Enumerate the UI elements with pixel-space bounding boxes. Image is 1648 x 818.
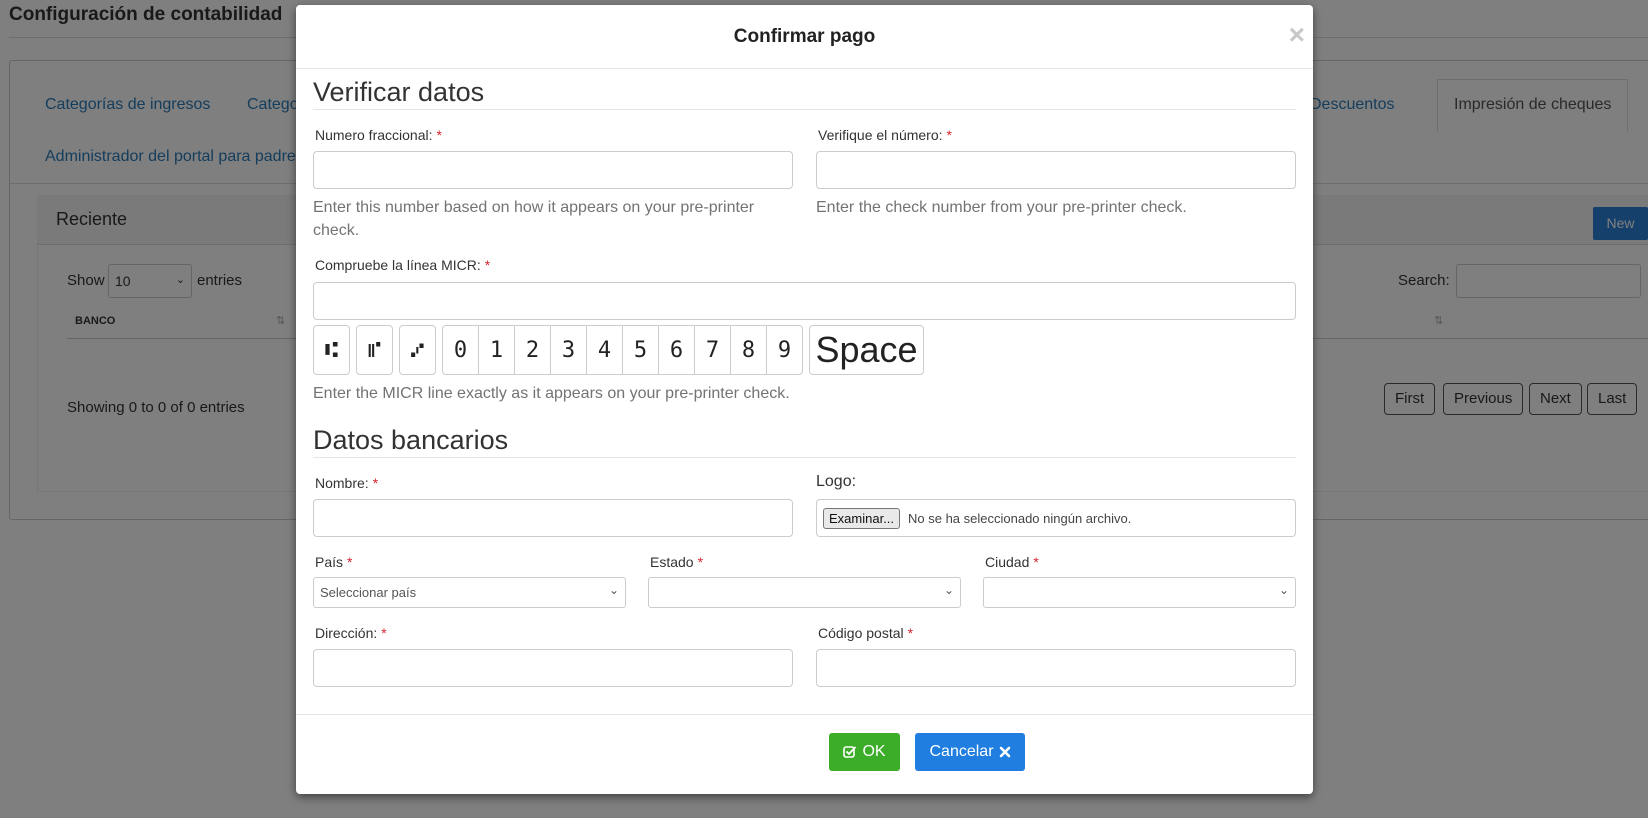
cancel-label: Cancelar [929,743,994,760]
micr-dash-key[interactable]: ⑈ [356,325,393,375]
required-marker: * [907,625,914,641]
micr-digit-6-key[interactable]: 6 [658,325,695,375]
chevron-down-icon: ⌄ [1278,583,1289,597]
micr-line-input[interactable] [313,282,1296,320]
close-icon [999,746,1010,758]
postal-code-label: Código postal * [818,625,914,641]
micr-digit-1-key[interactable]: 1 [478,325,515,375]
modal-title: Confirmar pago [733,26,876,47]
required-marker: * [381,625,387,641]
section-divider [313,457,1296,458]
check-square-icon [843,746,857,758]
address-label: Dirección: * [315,625,387,641]
city-select[interactable]: ⌄ [983,577,1296,608]
section-title-bank: Datos bancarios [313,425,509,455]
close-icon[interactable]: × [1289,21,1305,49]
fractional-number-help: Enter this number based on how it appear… [313,199,755,239]
required-marker: * [697,554,704,570]
chevron-down-icon: ⌄ [943,583,954,597]
logo-label: Logo: [816,473,857,490]
cancel-button[interactable]: Cancelar [915,733,1025,771]
required-marker: * [1033,554,1039,570]
postal-code-input[interactable] [816,649,1296,687]
fractional-number-input[interactable] [313,151,793,189]
micr-digit-3-key[interactable]: 3 [550,325,587,375]
chevron-down-icon: ⌄ [608,583,619,597]
required-marker: * [484,257,491,273]
country-select-value: Seleccionar país [320,585,417,600]
fractional-number-label: Numero fraccional: * [315,127,442,143]
micr-digit-7-key[interactable]: 7 [694,325,731,375]
check-number-help: Enter the check number from your pre-pri… [816,199,1187,216]
micr-transit-key[interactable]: ⑆ [313,325,350,375]
browse-button[interactable]: Examinar... [823,508,901,529]
section-title-verify: Verificar datos [313,77,485,107]
confirm-payment-modal: Confirmar pago × Verificar datos Numero … [296,5,1313,794]
check-number-input[interactable] [816,151,1296,189]
logo-file-input[interactable]: Examinar... No se ha seleccionado ningún… [816,499,1296,537]
state-label: Estado * [650,554,704,570]
ok-label: OK [862,743,886,760]
state-select[interactable]: ⌄ [648,577,961,608]
country-select[interactable]: Seleccionar país ⌄ [313,577,626,608]
modal-header: Confirmar pago × [296,5,1313,69]
required-marker: * [946,127,952,143]
micr-digit-0-key[interactable]: 0 [442,325,479,375]
check-number-label: Verifique el número: * [818,127,952,143]
modal-footer-divider [296,714,1313,715]
country-label: País * [315,554,353,570]
bank-name-label: Nombre: * [315,475,379,491]
micr-digit-2-key[interactable]: 2 [514,325,551,375]
micr-line-label: Compruebe la línea MICR: * [315,257,491,273]
micr-digit-9-key[interactable]: 9 [766,325,803,375]
address-input[interactable] [313,649,793,687]
micr-line-help: Enter the MICR line exactly as it appear… [313,385,790,402]
file-status: No se ha seleccionado ningún archivo. [908,511,1132,526]
micr-space-key[interactable]: Space [809,325,924,375]
city-label: Ciudad * [985,554,1039,570]
required-marker: * [347,554,353,570]
required-marker: * [372,475,379,491]
micr-amount-key[interactable]: ⑇ [399,325,436,375]
required-marker: * [436,127,442,143]
bank-name-input[interactable] [313,499,793,537]
section-divider [313,109,1296,110]
micr-digit-4-key[interactable]: 4 [586,325,623,375]
ok-button[interactable]: OK [829,733,900,771]
micr-digit-8-key[interactable]: 8 [730,325,767,375]
micr-digit-5-key[interactable]: 5 [622,325,659,375]
